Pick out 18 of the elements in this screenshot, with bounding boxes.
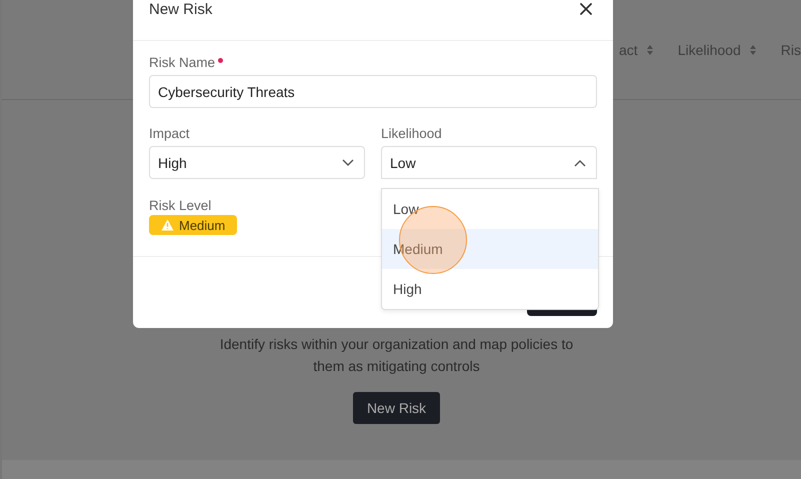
field-label: Risk Name: [149, 55, 216, 70]
field-label: Risk Level: [149, 198, 212, 213]
field-label: Likelihood: [381, 126, 442, 141]
chevron-icon: [574, 158, 586, 166]
dropdown-option[interactable]: Low: [382, 189, 598, 229]
dropdown-option[interactable]: High: [382, 269, 598, 309]
select-field[interactable]: High: [149, 146, 365, 179]
risk-name-field[interactable]: Cybersecurity Threats: [149, 75, 597, 108]
empty-state-message: Identify risks within your organization and map policies to them as mitigating controls: [218, 335, 574, 376]
close-icon[interactable]: [579, 2, 593, 16]
select-field[interactable]: Low: [381, 146, 597, 179]
risk-level-badge: Medium: [149, 215, 238, 235]
new-risk-button[interactable]: New Risk: [352, 392, 440, 424]
field-label: Impact: [149, 126, 190, 141]
sort-icon[interactable]: [646, 44, 654, 56]
chevron-icon: [342, 158, 354, 166]
sort-icon[interactable]: [748, 44, 757, 56]
dialog-title: New Risk: [149, 0, 212, 18]
